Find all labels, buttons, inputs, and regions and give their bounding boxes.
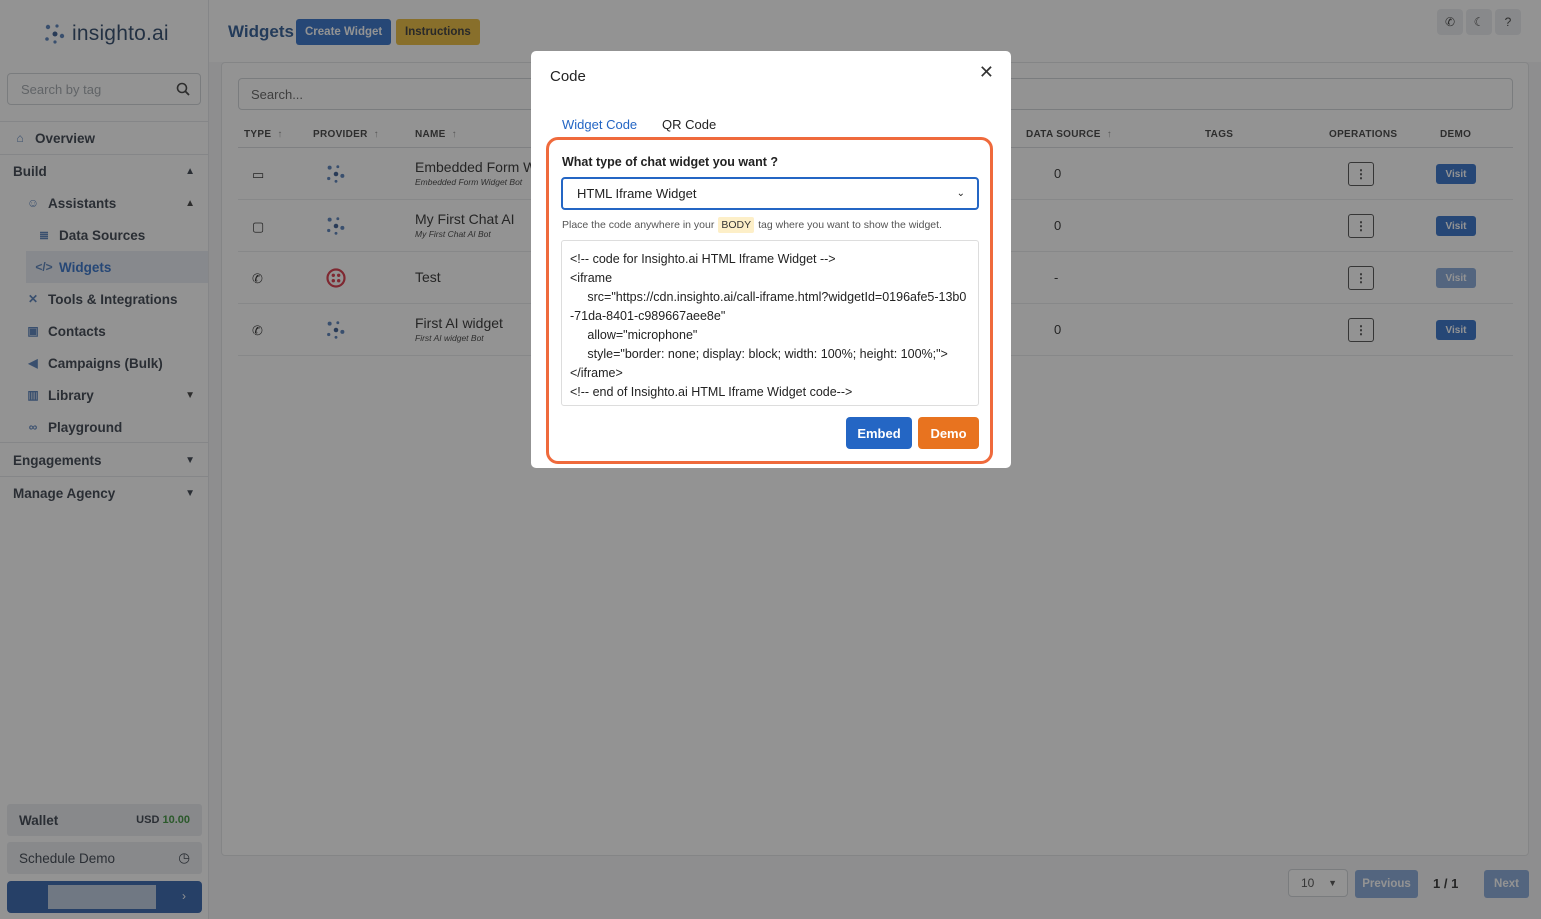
body-tag-badge: BODY [718, 217, 755, 233]
placement-hint: Place the code anywhere in your BODY tag… [562, 217, 942, 233]
tab-qr-code[interactable]: QR Code [662, 117, 716, 132]
embed-code-textarea[interactable]: <!-- code for Insighto.ai HTML Iframe Wi… [561, 240, 979, 406]
tab-widget-code[interactable]: Widget Code [562, 117, 637, 132]
modal-title: Code [550, 68, 586, 85]
demo-button[interactable]: Demo [918, 417, 979, 449]
code-modal: Code ✕ Widget Code QR Code What type of … [531, 51, 1011, 468]
chevron-down-icon: ⌄ [956, 188, 965, 199]
close-icon[interactable]: ✕ [979, 62, 994, 83]
widget-type-label: What type of chat widget you want ? [562, 155, 778, 169]
embed-button[interactable]: Embed [846, 417, 912, 449]
widget-type-select[interactable]: HTML Iframe Widget ⌄ [561, 177, 979, 210]
